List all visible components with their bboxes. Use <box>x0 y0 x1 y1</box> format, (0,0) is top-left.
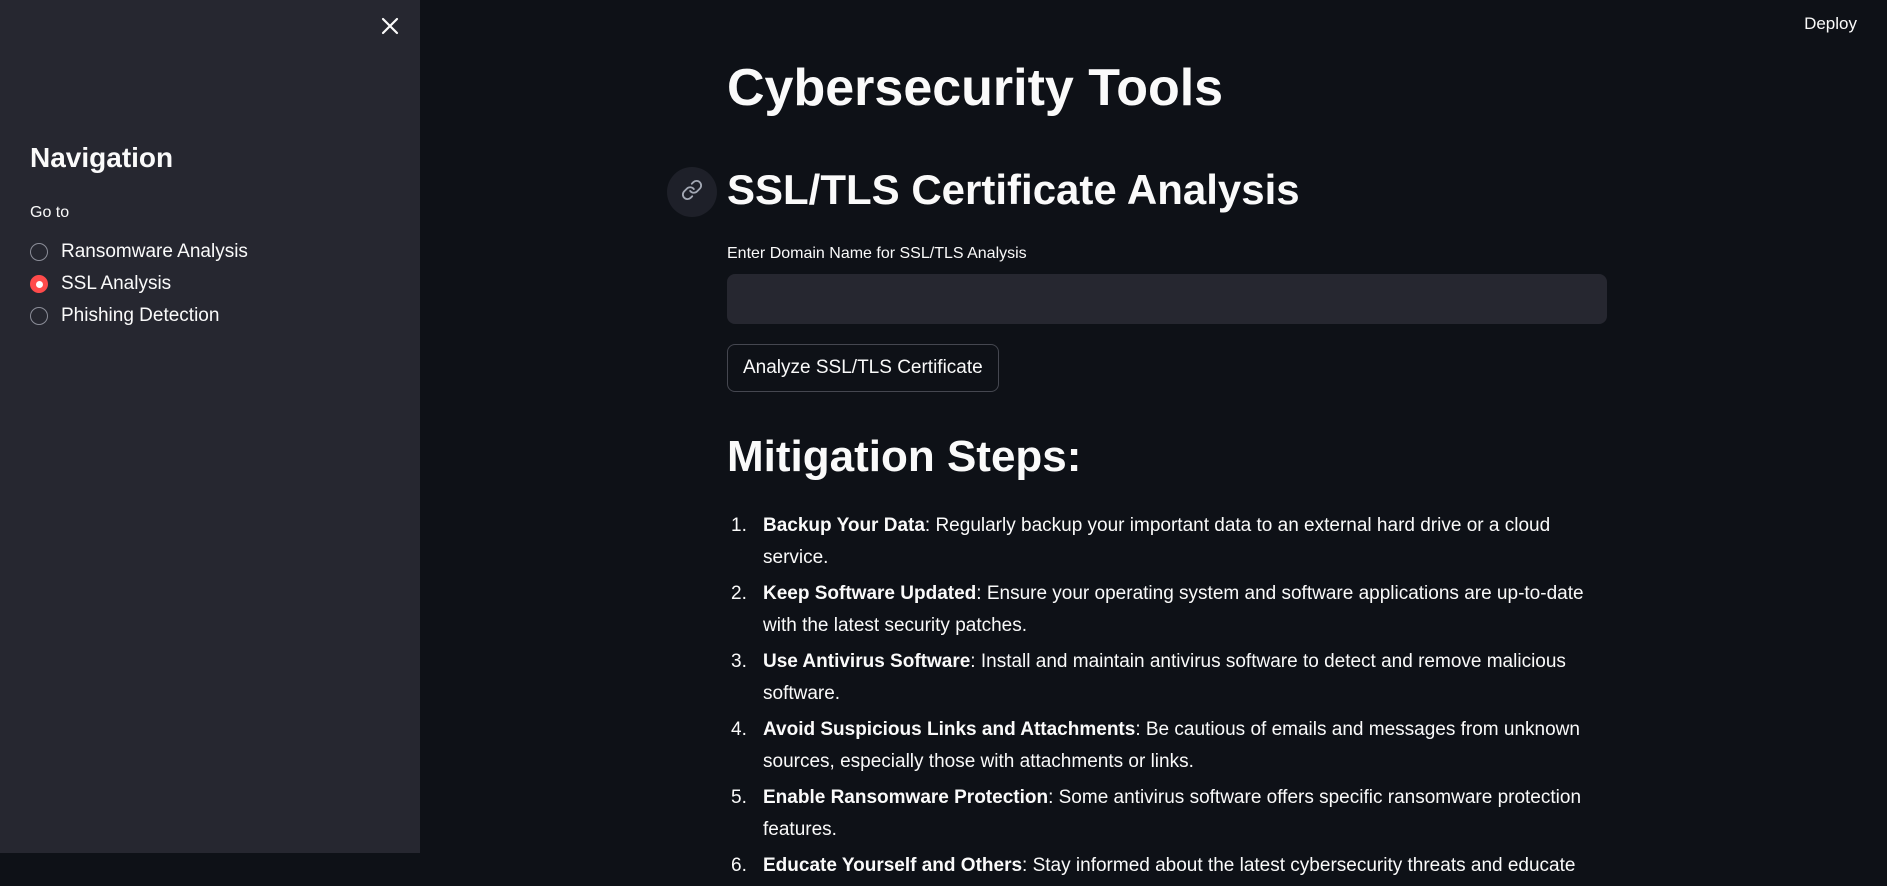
radio-circle <box>30 307 48 325</box>
domain-input[interactable] <box>727 274 1607 324</box>
analyze-certificate-button[interactable]: Analyze SSL/TLS Certificate <box>727 344 999 392</box>
page-radio-group: Ransomware Analysis SSL Analysis Phishin… <box>30 236 248 332</box>
step-number: 2. <box>731 583 747 604</box>
step-title: Keep Software Updated <box>763 583 977 604</box>
deploy-button[interactable]: Deploy <box>1804 14 1857 34</box>
mitigation-steps-list: 1. Backup Your Data: Regularly backup you… <box>727 510 1607 886</box>
step-number: 5. <box>731 787 747 808</box>
sidebar-title: Navigation <box>30 142 174 173</box>
sidebar: Navigation Go to Ransomware Analysis SSL… <box>0 0 420 853</box>
list-item: 3. Use Antivirus Software: Install and ma… <box>727 646 1607 710</box>
header-anchor-link[interactable] <box>667 167 717 217</box>
radio-option-ssl-analysis[interactable]: SSL Analysis <box>30 268 248 300</box>
radio-circle-selected <box>30 275 48 293</box>
list-item: 1. Backup Your Data: Regularly backup you… <box>727 510 1607 574</box>
step-number: 4. <box>731 719 747 740</box>
step-title: Enable Ransomware Protection <box>763 787 1049 808</box>
list-item: 5. Enable Ransomware Protection: Some ant… <box>727 782 1607 846</box>
page-title: Cybersecurity Tools <box>727 59 1224 117</box>
close-sidebar-button[interactable] <box>378 16 402 40</box>
radio-option-label: Ransomware Analysis <box>61 241 248 262</box>
section-title: SSL/TLS Certificate Analysis <box>727 166 1300 213</box>
step-text: : Stay informed about the latest cyberse… <box>1022 855 1576 876</box>
domain-input-label: Enter Domain Name for SSL/TLS Analysis <box>727 245 1027 262</box>
step-title: Avoid Suspicious Links and Attachments <box>763 719 1136 740</box>
list-item: 2. Keep Software Updated: Ensure your ope… <box>727 578 1607 642</box>
step-number: 1. <box>731 515 747 536</box>
step-number: 3. <box>731 651 747 672</box>
list-item: 4. Avoid Suspicious Links and Attachments… <box>727 714 1607 778</box>
step-title: Use Antivirus Software <box>763 651 971 672</box>
radio-option-ransomware-analysis[interactable]: Ransomware Analysis <box>30 236 248 268</box>
list-item: 6. Educate Yourself and Others: Stay info… <box>727 850 1607 882</box>
radio-option-label: Phishing Detection <box>61 305 220 326</box>
radio-option-phishing-detection[interactable]: Phishing Detection <box>30 300 248 332</box>
step-number: 6. <box>731 855 747 876</box>
radio-option-label: SSL Analysis <box>61 273 172 294</box>
step-title: Backup Your Data <box>763 515 925 536</box>
step-title: Educate Yourself and Others <box>763 855 1023 876</box>
radio-group-label: Go to <box>30 204 70 221</box>
close-icon <box>381 17 399 40</box>
mitigation-title: Mitigation Steps: <box>727 432 1082 481</box>
link-icon <box>681 179 703 206</box>
radio-circle <box>30 243 48 261</box>
